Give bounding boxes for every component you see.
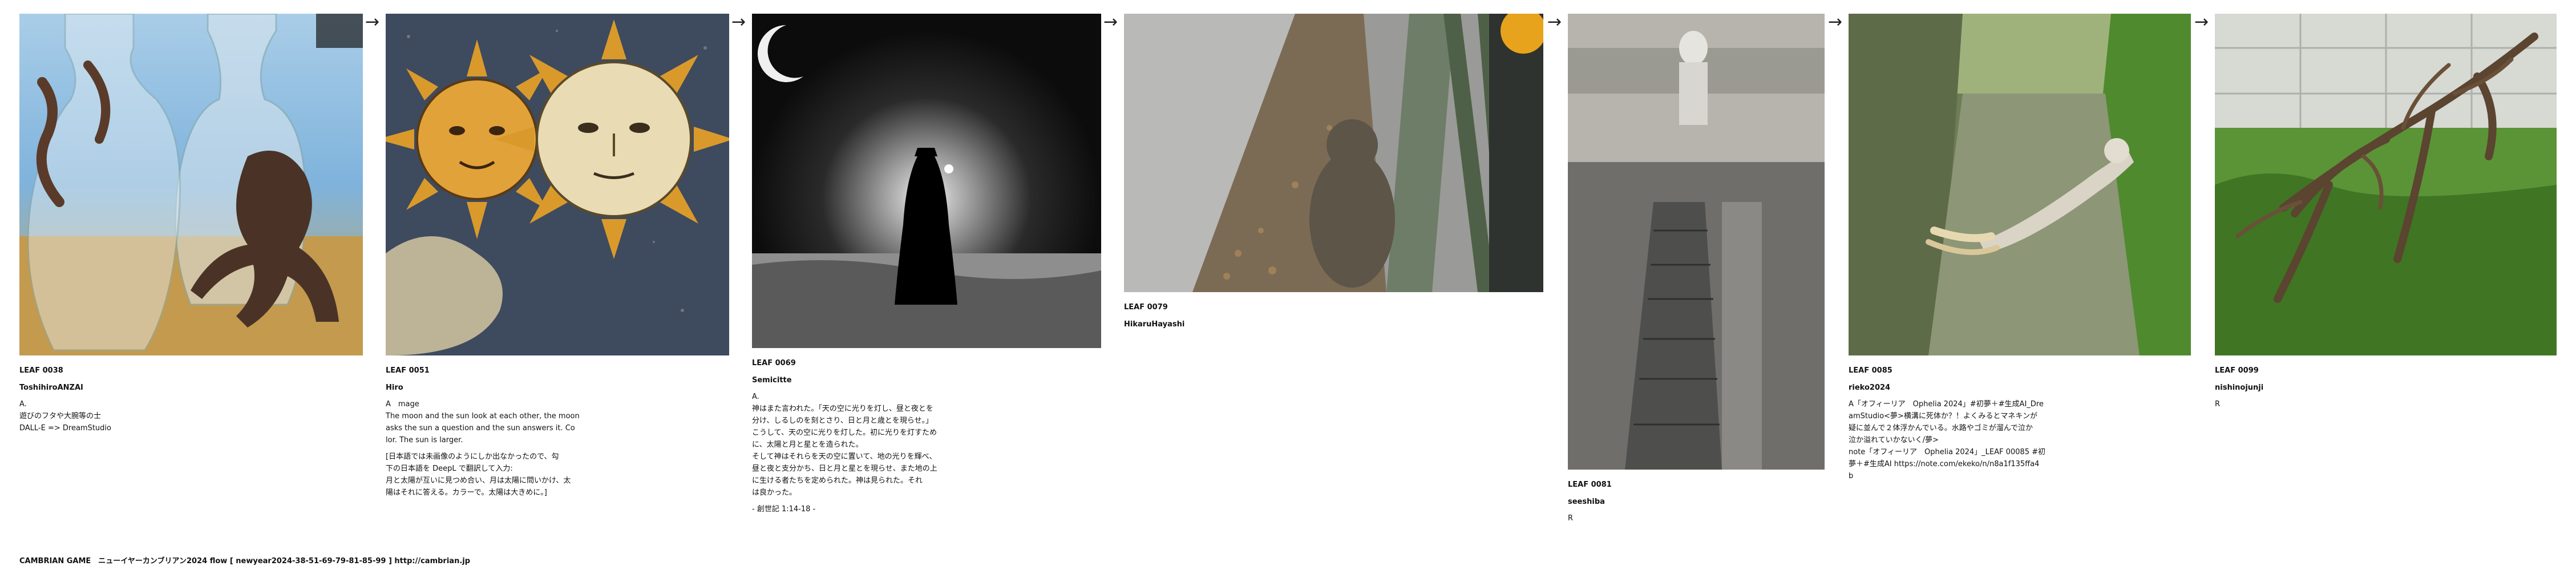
leaf-id: LEAF 0099 (2215, 366, 2259, 375)
flow-arrow-icon: → (1828, 12, 1843, 32)
flow-arrow-icon: → (2194, 12, 2209, 32)
leaf-id: LEAF 0051 (386, 366, 430, 375)
drain-path-image (1568, 14, 1825, 470)
flow-arrow-icon: → (1103, 12, 1118, 32)
leaf-image-0099[interactable] (2215, 14, 2557, 355)
leaf-id: LEAF 0069 (752, 359, 796, 367)
leaf-card-0099[interactable]: LEAF 0099 nishinojunji R (2215, 14, 2557, 410)
leaf-card-0051[interactable]: LEAF 0051 Hiro A mage The moon and the s… (386, 14, 729, 499)
leaf-description: A mage The moon and the sun look at each… (386, 400, 580, 444)
leaf-note: [日本語では未画像のようにしか出なかったので、勾 下の日本語を DeepL で翻… (386, 452, 571, 497)
flow-arrow-icon: → (731, 12, 746, 32)
leaf-card-0079[interactable]: LEAF 0079 HikaruHayashi (1124, 14, 1543, 330)
leaf-author[interactable]: HikaruHayashi (1124, 318, 1543, 330)
leaf-id: LEAF 0038 (19, 366, 63, 375)
silhouette-night-image (752, 14, 1101, 348)
leaf-image-0038[interactable] (19, 14, 363, 355)
leaf-author[interactable]: Hiro (386, 382, 729, 394)
leaf-author[interactable]: nishinojunji (2215, 382, 2557, 394)
leaf-card-0069[interactable]: LEAF 0069 Semicitte A. 神はまた言われた。「天の空に光りを… (752, 14, 1101, 515)
flow-arrow-icon: → (365, 12, 380, 32)
leaf-author[interactable]: seeshiba (1568, 496, 1825, 508)
leaf-id: LEAF 0085 (1849, 366, 1892, 375)
leaf-note: - 創世記 1:14-18 - (752, 505, 816, 514)
leaf-description: A. 神はまた言われた。「天の空に光りを灯し、昼と夜とを 分け、しるしのを刻とさ… (752, 393, 937, 497)
sun-and-moon-image (386, 14, 729, 355)
leaf-image-0069[interactable] (752, 14, 1101, 348)
leaf-description: R (2215, 400, 2221, 409)
octopus-bottles-image (19, 14, 363, 355)
leaf-image-0079[interactable] (1124, 14, 1543, 292)
leaf-card-0085[interactable]: LEAF 0085 rieko2024 A「オフィーリア Ophelia 202… (1849, 14, 2191, 482)
page-footer: CAMBRIAN GAME ニューイヤーカンブリアン2024 flow [ ne… (19, 557, 471, 565)
leaf-author[interactable]: ToshihiroANZAI (19, 382, 363, 394)
leaf-author[interactable]: Semicitte (752, 374, 1101, 386)
leaf-card-0038[interactable]: LEAF 0038 ToshihiroANZAI A. 遊びのフタや大腕等の士 … (19, 14, 363, 434)
leaf-description: A. 遊びのフタや大腕等の士 DALL-E => DreamStudio (19, 400, 111, 432)
leaf-id: LEAF 0079 (1124, 303, 1168, 312)
leaf-description: R (1568, 514, 1574, 523)
fallen-tree-image (2215, 14, 2557, 355)
leaf-description: A「オフィーリア Ophelia 2024」#初夢＋#生成AI_Dre amSt… (1849, 400, 2045, 480)
leaf-image-0081[interactable] (1568, 14, 1825, 470)
flow-arrow-icon: → (1547, 12, 1562, 32)
leaf-image-0085[interactable] (1849, 14, 2191, 355)
leaf-author[interactable]: rieko2024 (1849, 382, 2191, 394)
leaf-card-0081[interactable]: LEAF 0081 seeshiba R (1568, 14, 1825, 524)
ophelia-canal-image (1849, 14, 2191, 355)
leaf-image-0051[interactable] (386, 14, 729, 355)
leaf-id: LEAF 0081 (1568, 480, 1612, 489)
monkey-roadside-image (1124, 14, 1543, 292)
